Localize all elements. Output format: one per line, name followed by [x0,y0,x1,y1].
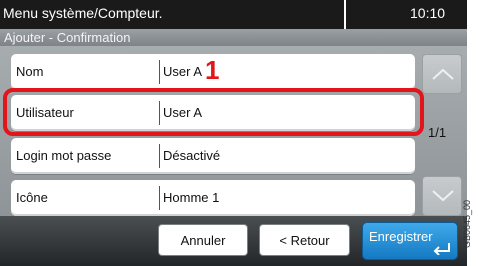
row-value: Désactivé [163,148,221,163]
clock: 10:10 [410,5,446,21]
row-login-mot-passe[interactable]: Login mot passe Désactivé [11,138,415,174]
back-button[interactable]: < Retour [259,224,350,256]
save-button[interactable]: Enregistrer [362,222,458,260]
row-divider [159,144,160,168]
enter-icon [433,243,450,255]
row-value: Homme 1 [163,190,220,205]
scroll-up-button[interactable] [422,54,462,94]
screen-title: Menu système/Compteur. [3,5,163,21]
highlight-frame [3,88,424,136]
scroll-down-button[interactable] [422,176,462,216]
callout-number: 1 [205,55,220,85]
top-bar: Menu système/Compteur. 10:10 [0,0,467,29]
image-reference-code: GB0645_00 [462,199,472,248]
row-divider [159,60,160,84]
top-bar-divider [344,0,346,29]
row-value: User A [163,64,203,79]
save-button-label: Enregistrer [369,229,433,244]
page-indicator: 1/1 [428,125,447,140]
row-label: Nom [16,64,44,79]
row-divider [159,186,160,210]
sub-header-title: Ajouter - Confirmation [4,30,131,45]
row-label: Login mot passe [16,148,112,163]
chevron-up-icon [432,68,454,80]
row-icone[interactable]: Icône Homme 1 [11,180,415,216]
row-label: Icône [16,190,48,205]
chevron-down-icon [432,190,454,202]
cancel-button[interactable]: Annuler [158,224,248,256]
sub-header: Ajouter - Confirmation [0,29,467,46]
